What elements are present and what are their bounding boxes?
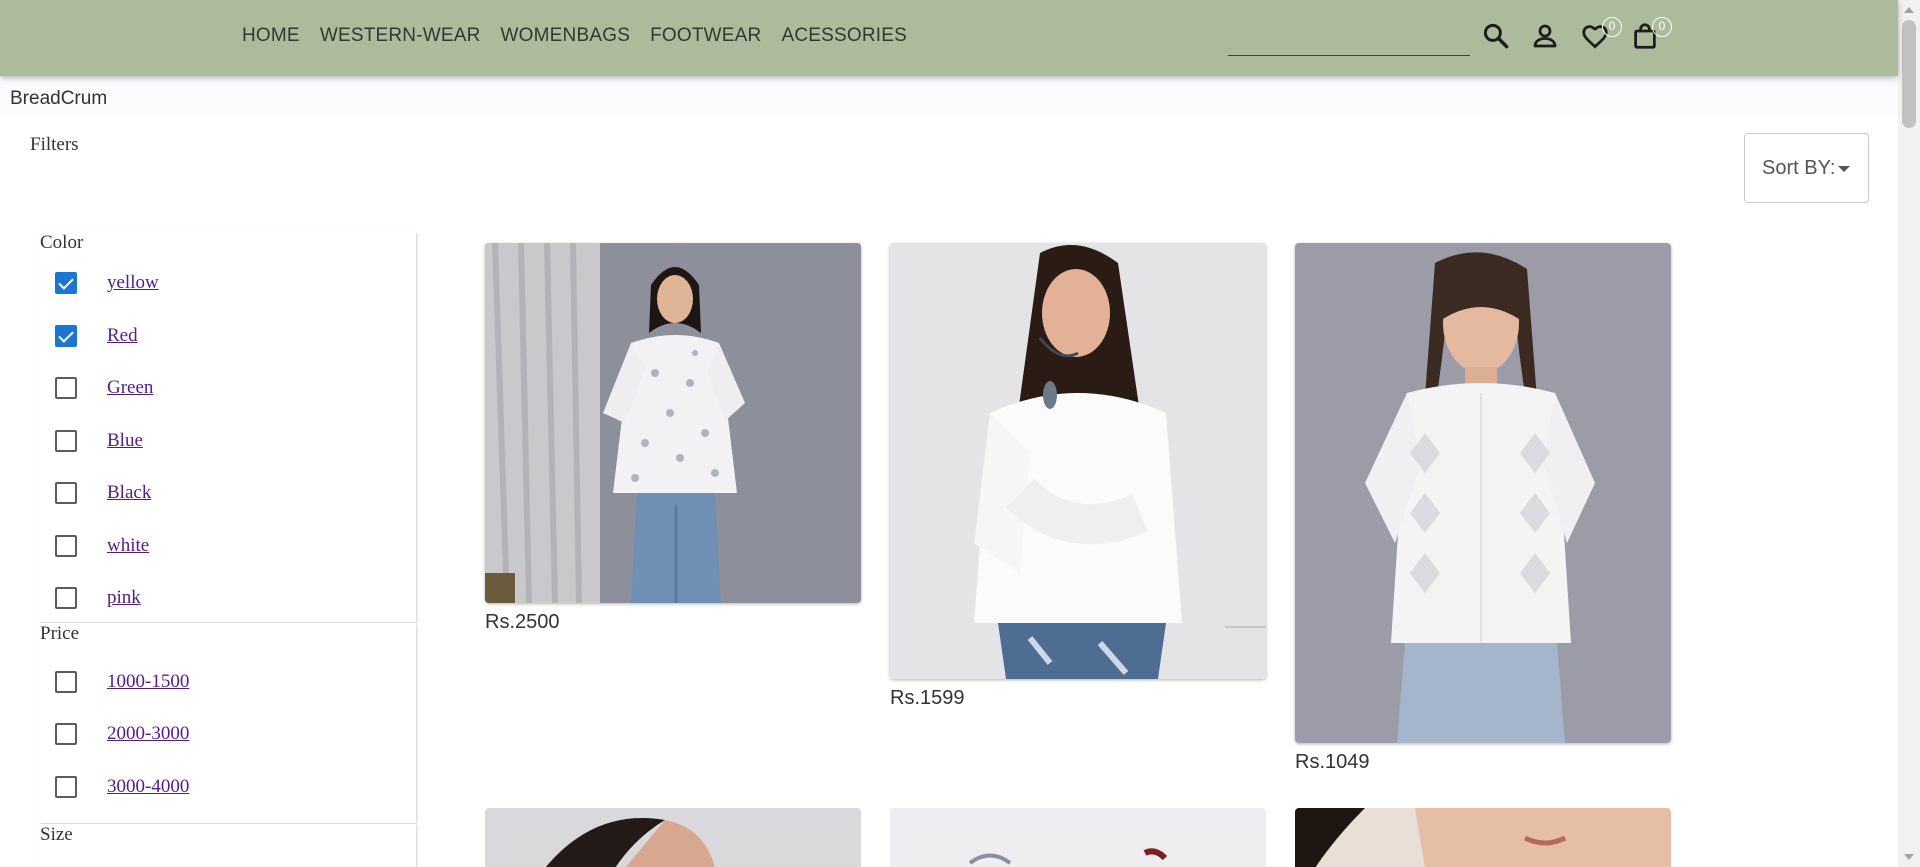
- product-card[interactable]: Rs.1599: [890, 243, 1266, 710]
- size-filter-title: Size: [40, 824, 73, 845]
- color-filter-section: Color yellow Red Green Blue Black white …: [39, 232, 416, 622]
- product-image[interactable]: [485, 808, 861, 867]
- product-card[interactable]: [485, 808, 861, 867]
- search-input[interactable]: [1228, 55, 1470, 56]
- cart-count-badge: 0: [1652, 17, 1672, 37]
- breadcrumb-bar: BreadCrum: [0, 76, 1898, 116]
- product-card[interactable]: Rs.2500: [485, 243, 861, 634]
- vertical-scrollbar[interactable]: [1898, 0, 1920, 867]
- color-option-label[interactable]: pink: [107, 587, 141, 609]
- wishlist-button[interactable]: 0: [1580, 17, 1622, 51]
- product-card[interactable]: Rs.1049: [1295, 243, 1671, 774]
- checkbox[interactable]: [55, 482, 77, 504]
- price-option-label[interactable]: 1000-1500: [107, 671, 189, 693]
- main-nav: HOME WESTERN-WEAR WOMENBAGS FOOTWEAR ACE…: [242, 25, 907, 47]
- search-icon[interactable]: [1481, 21, 1511, 51]
- checkbox[interactable]: [55, 671, 77, 693]
- price-option-2000-3000[interactable]: 2000-3000: [55, 721, 189, 747]
- caret-down-icon: [1838, 166, 1851, 172]
- color-option-label[interactable]: Black: [107, 482, 151, 504]
- breadcrumb: BreadCrum: [10, 88, 108, 109]
- price-option-1000-1500[interactable]: 1000-1500: [55, 669, 189, 695]
- nav-womenbags[interactable]: WOMENBAGS: [501, 25, 631, 47]
- color-option-label[interactable]: yellow: [107, 272, 159, 294]
- checkbox[interactable]: [55, 430, 77, 452]
- color-option-blue[interactable]: Blue: [55, 428, 143, 454]
- price-option-label[interactable]: 3000-4000: [107, 776, 189, 798]
- product-image[interactable]: [890, 808, 1266, 867]
- product-price: Rs.1049: [1295, 751, 1370, 773]
- color-option-black[interactable]: Black: [55, 480, 151, 506]
- product-price: Rs.2500: [485, 611, 560, 633]
- checkbox[interactable]: [55, 723, 77, 745]
- color-option-label[interactable]: Red: [107, 325, 138, 347]
- price-option-3000-4000[interactable]: 3000-4000: [55, 774, 189, 800]
- checkbox[interactable]: [55, 776, 77, 798]
- sort-by-label: Sort BY:: [1762, 156, 1836, 179]
- wishlist-count-badge: 0: [1602, 17, 1622, 37]
- product-card[interactable]: [890, 808, 1266, 867]
- color-option-green[interactable]: Green: [55, 375, 153, 401]
- product-image[interactable]: [1295, 808, 1671, 867]
- color-option-label[interactable]: Green: [107, 377, 153, 399]
- filters-title: Filters: [30, 134, 79, 155]
- price-option-label[interactable]: 2000-3000: [107, 723, 189, 745]
- color-option-yellow[interactable]: yellow: [55, 270, 159, 296]
- top-navbar: HOME WESTERN-WEAR WOMENBAGS FOOTWEAR ACE…: [0, 0, 1898, 76]
- checkbox[interactable]: [55, 377, 77, 399]
- color-option-label[interactable]: white: [107, 535, 149, 557]
- checkbox[interactable]: [55, 587, 77, 609]
- product-card[interactable]: [1295, 808, 1671, 867]
- price-filter-section: Price 1000-1500 2000-3000 3000-4000: [39, 623, 416, 823]
- product-image[interactable]: [485, 243, 861, 603]
- nav-home[interactable]: HOME: [242, 25, 300, 47]
- color-option-white[interactable]: white: [55, 533, 149, 559]
- nav-footwear[interactable]: FOOTWEAR: [650, 25, 761, 47]
- product-image[interactable]: [890, 243, 1266, 679]
- sort-by-dropdown[interactable]: Sort BY:: [1744, 133, 1869, 203]
- account-icon[interactable]: [1530, 21, 1560, 51]
- color-option-red[interactable]: Red: [55, 323, 138, 349]
- cart-button[interactable]: 0: [1630, 17, 1672, 51]
- scrollbar-thumb[interactable]: [1902, 20, 1916, 128]
- color-filter-title: Color: [40, 232, 84, 253]
- checkbox[interactable]: [55, 535, 77, 557]
- product-price: Rs.1599: [890, 687, 965, 709]
- scroll-up-arrow-icon[interactable]: [1904, 7, 1914, 13]
- color-option-label[interactable]: Blue: [107, 430, 143, 452]
- checkbox[interactable]: [55, 272, 77, 294]
- checkbox[interactable]: [55, 325, 77, 347]
- nav-accessories[interactable]: ACESSORIES: [781, 25, 907, 47]
- product-image[interactable]: [1295, 243, 1671, 743]
- color-option-pink[interactable]: pink: [55, 585, 141, 611]
- size-filter-section: Size: [39, 824, 416, 867]
- scroll-down-arrow-icon[interactable]: [1904, 854, 1914, 860]
- nav-western-wear[interactable]: WESTERN-WEAR: [320, 25, 481, 47]
- price-filter-title: Price: [40, 623, 80, 644]
